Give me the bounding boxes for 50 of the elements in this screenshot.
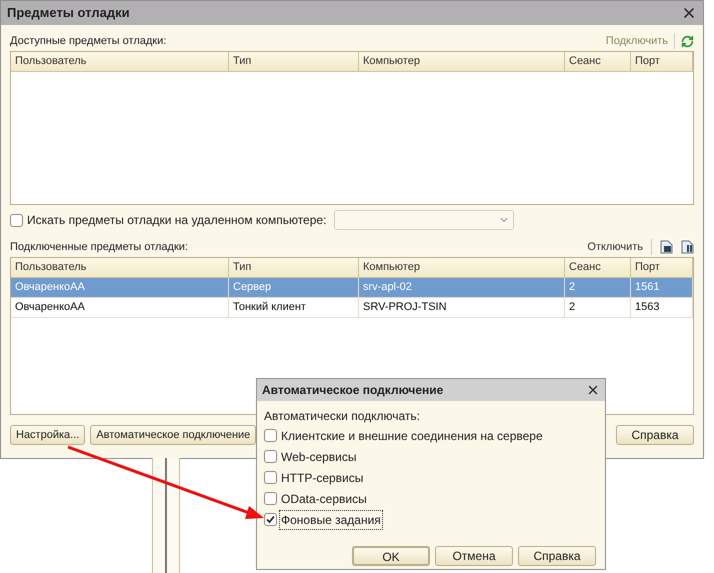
table-cell: Сервер xyxy=(229,278,359,297)
column-header[interactable]: Пользователь xyxy=(11,52,229,71)
refresh-icon[interactable] xyxy=(681,34,694,48)
columns-icon[interactable] xyxy=(681,240,694,254)
table-cell: Тонкий клиент xyxy=(229,298,359,317)
column-header[interactable]: Компьютер xyxy=(359,258,565,277)
dialog-button[interactable]: Отмена xyxy=(435,546,513,566)
close-icon[interactable] xyxy=(681,5,697,21)
checkbox[interactable] xyxy=(264,471,277,484)
option-label[interactable]: Фоновые задания xyxy=(279,510,383,530)
table-cell: 1561 xyxy=(631,278,693,297)
table-cell: 1563 xyxy=(631,298,693,317)
prompt-label: Автоматически подключать: xyxy=(264,408,421,425)
disconnect-link[interactable]: Отключить xyxy=(587,238,652,256)
help-button[interactable]: Справка xyxy=(616,425,694,445)
section-label: Подключенные предметы отладки: xyxy=(10,240,188,255)
column-header[interactable]: Сеанс xyxy=(565,258,631,277)
section-label: Доступные предметы отладки: xyxy=(10,34,166,49)
close-icon[interactable] xyxy=(586,383,600,397)
dialog-button[interactable]: OK xyxy=(352,546,430,566)
document-icon[interactable] xyxy=(660,240,673,254)
column-header[interactable]: Порт xyxy=(631,52,693,71)
table-cell: SRV-PROJ-TSIN xyxy=(359,298,565,317)
option-label[interactable]: Клиентские и внешние соединения на сервере xyxy=(279,426,545,446)
option-label[interactable]: Web-сервисы xyxy=(279,446,359,466)
column-header[interactable]: Сеанс xyxy=(565,52,631,71)
table-cell: ОвчаренкоАА xyxy=(11,278,229,297)
column-header[interactable]: Тип xyxy=(229,258,359,277)
column-header[interactable]: Тип xyxy=(229,52,359,71)
checkbox[interactable] xyxy=(264,429,277,442)
dialog-button[interactable]: Справка xyxy=(518,546,596,566)
column-header[interactable]: Пользователь xyxy=(11,258,229,277)
table-cell: srv-apl-02 xyxy=(359,278,565,297)
dialog-title: Автоматическое подключение xyxy=(262,382,444,399)
option-label[interactable]: OData-сервисы xyxy=(279,488,369,508)
checkbox[interactable] xyxy=(264,513,277,526)
column-header[interactable]: Порт xyxy=(631,258,693,277)
table-row[interactable]: ОвчаренкоАА Тонкий клиент SRV-PROJ-TSIN 2 1563 xyxy=(11,298,693,318)
dialog-button[interactable]: Настройка... xyxy=(10,425,86,445)
checkbox[interactable] xyxy=(10,214,23,226)
checkbox[interactable] xyxy=(264,492,277,505)
dialog-button[interactable]: Автоматическое подключение xyxy=(90,425,256,445)
checkbox-label: Искать предметы отладки на удаленном компьютере: xyxy=(27,212,326,229)
table-cell: ОвчаренкоАА xyxy=(11,298,229,317)
column-header[interactable]: Компьютер xyxy=(359,52,565,71)
window-title: Предметы отладки xyxy=(7,4,130,22)
checkbox[interactable] xyxy=(264,450,277,463)
table-cell: 2 xyxy=(565,298,631,317)
option-label[interactable]: HTTP-сервисы xyxy=(279,468,366,488)
table-cell: 2 xyxy=(565,278,631,297)
